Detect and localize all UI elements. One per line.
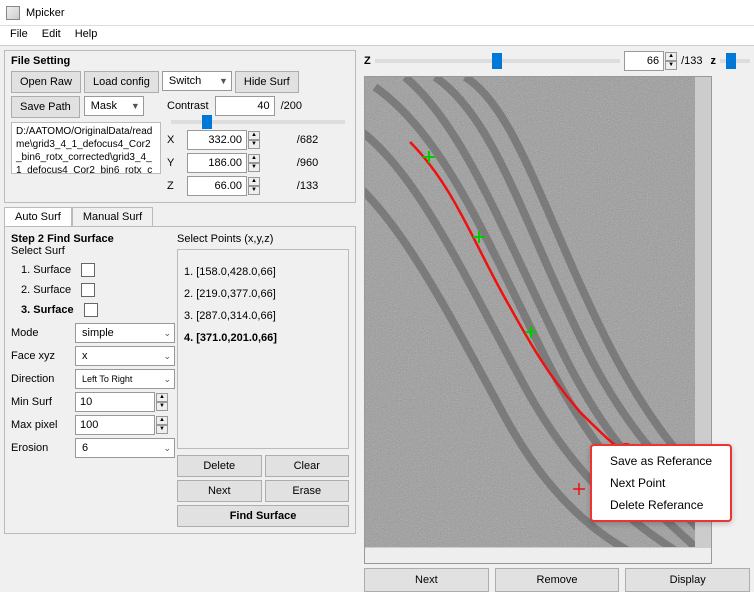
surface-row-3[interactable]: 3. Surface xyxy=(21,303,171,317)
z-label: Z xyxy=(167,180,181,192)
chevron-down-icon: ⌄ xyxy=(163,351,171,362)
surface-2-checkbox[interactable] xyxy=(81,283,95,297)
contrast-max: /200 xyxy=(281,100,302,112)
contrast-input[interactable] xyxy=(215,96,275,116)
delete-button[interactable]: Delete xyxy=(177,455,262,477)
chevron-down-icon: ⌄ xyxy=(163,328,171,339)
z2-slider[interactable] xyxy=(720,59,750,63)
chevron-down-icon: ⌄ xyxy=(163,374,171,385)
x-up[interactable]: ▲ xyxy=(248,131,260,140)
y-input[interactable] xyxy=(187,153,247,173)
tab-auto-surf[interactable]: Auto Surf xyxy=(4,207,72,226)
select-points-label: Select Points (x,y,z) xyxy=(177,233,349,245)
canvas-display-button[interactable]: Display xyxy=(625,568,750,592)
direction-label: Direction xyxy=(11,373,71,385)
y-up[interactable]: ▲ xyxy=(248,154,260,163)
file-setting-group: File Setting Open Raw Load config Switch… xyxy=(4,50,356,203)
chevron-down-icon: ▼ xyxy=(131,101,140,111)
z2-label: z xyxy=(711,55,717,67)
canvas-remove-button[interactable]: Remove xyxy=(495,568,620,592)
ctx-next-point[interactable]: Next Point xyxy=(592,472,730,494)
point-3[interactable]: 3. [287.0,314.0,66] xyxy=(184,310,342,322)
z-max: /133 xyxy=(297,180,349,192)
context-menu: Save as Referance Next Point Delete Refe… xyxy=(590,444,732,522)
z-down[interactable]: ▼ xyxy=(248,186,260,195)
minsurf-input[interactable] xyxy=(75,392,155,412)
x-max: /682 xyxy=(297,134,349,146)
points-list: 1. [158.0,428.0,66] 2. [219.0,377.0,66] … xyxy=(177,249,349,449)
y-max: /960 xyxy=(297,157,349,169)
canvas-scroll-h[interactable] xyxy=(365,547,711,563)
mode-combo[interactable]: simple⌄ xyxy=(75,323,175,343)
surface-row-1[interactable]: 1. Surface xyxy=(21,263,171,277)
menubar: File Edit Help xyxy=(0,26,754,46)
file-setting-title: File Setting xyxy=(11,55,349,67)
minsurf-label: Min Surf xyxy=(11,396,71,408)
path-display: D:/AATOMO/OriginalData/readme\grid3_4_1_… xyxy=(11,122,161,174)
step2-title: Step 2 Find Surface xyxy=(11,233,171,245)
maxpixel-input[interactable] xyxy=(75,415,155,435)
surf-tabs: Auto Surf Manual Surf xyxy=(4,207,356,226)
z-slider-label: Z xyxy=(364,55,371,67)
z-slider[interactable] xyxy=(375,59,620,63)
switch-combo[interactable]: Switch▼ xyxy=(162,71,232,91)
app-icon xyxy=(6,6,20,20)
clear-button[interactable]: Clear xyxy=(265,455,350,477)
erosion-label: Erosion xyxy=(11,442,71,454)
y-down[interactable]: ▼ xyxy=(248,163,260,172)
point-4[interactable]: 4. [371.0,201.0,66] xyxy=(184,332,342,344)
x-label: X xyxy=(167,134,181,146)
surface-1-checkbox[interactable] xyxy=(81,263,95,277)
mask-combo[interactable]: Mask▼ xyxy=(84,96,144,116)
surface-row-2[interactable]: 2. Surface xyxy=(21,283,171,297)
contrast-label: Contrast xyxy=(167,100,209,112)
point-2[interactable]: 2. [219.0,377.0,66] xyxy=(184,288,342,300)
x-input[interactable] xyxy=(187,130,247,150)
direction-combo[interactable]: Left To Right⌄ xyxy=(75,369,175,389)
next-point-button[interactable]: Next xyxy=(177,480,262,502)
maxpixel-label: Max pixel xyxy=(11,419,71,431)
ctx-delete-reference[interactable]: Delete Referance xyxy=(592,494,730,516)
face-label: Face xyz xyxy=(11,350,71,362)
load-config-button[interactable]: Load config xyxy=(84,71,159,93)
contrast-slider[interactable] xyxy=(171,120,345,124)
z-slider-max: /133 xyxy=(681,55,702,67)
menu-edit[interactable]: Edit xyxy=(42,28,61,43)
face-combo[interactable]: x⌄ xyxy=(75,346,175,366)
menu-file[interactable]: File xyxy=(10,28,28,43)
select-surf-label: Select Surf xyxy=(11,245,171,257)
find-surface-button[interactable]: Find Surface xyxy=(177,505,349,527)
chevron-down-icon: ⌄ xyxy=(163,443,171,454)
save-path-button[interactable]: Save Path xyxy=(11,96,80,118)
window-title: Mpicker xyxy=(26,7,65,19)
hide-surf-button[interactable]: Hide Surf xyxy=(235,71,299,93)
menu-help[interactable]: Help xyxy=(75,28,98,43)
mode-label: Mode xyxy=(11,327,71,339)
tab-manual-surf[interactable]: Manual Surf xyxy=(72,207,153,226)
canvas-next-button[interactable]: Next xyxy=(364,568,489,592)
tab-body: Step 2 Find Surface Select Surf 1. Surfa… xyxy=(4,226,356,534)
erosion-combo[interactable]: 6⌄ xyxy=(75,438,175,458)
x-down[interactable]: ▼ xyxy=(248,140,260,149)
open-raw-button[interactable]: Open Raw xyxy=(11,71,81,93)
z-input[interactable] xyxy=(187,176,247,196)
point-1[interactable]: 1. [158.0,428.0,66] xyxy=(184,266,342,278)
z-slider-input[interactable] xyxy=(624,51,664,71)
chevron-down-icon: ▼ xyxy=(219,76,228,86)
titlebar: Mpicker xyxy=(0,0,754,26)
y-label: Y xyxy=(167,157,181,169)
surface-3-checkbox[interactable] xyxy=(84,303,98,317)
ctx-save-reference[interactable]: Save as Referance xyxy=(592,450,730,472)
erase-button[interactable]: Erase xyxy=(265,480,350,502)
z-up[interactable]: ▲ xyxy=(248,177,260,186)
